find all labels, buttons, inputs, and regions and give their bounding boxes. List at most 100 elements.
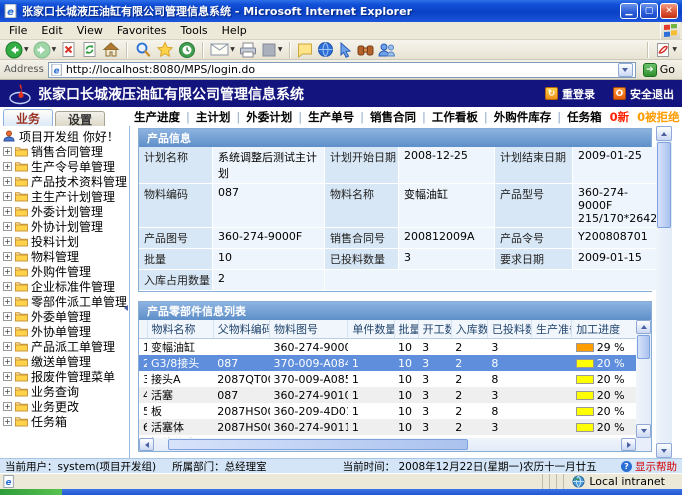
parts-table-row-1[interactable]: 1变幅油缸360-274-9000F1032329 % xyxy=(139,339,636,356)
menu-item-file[interactable]: File xyxy=(2,23,34,38)
tree-expand-icon[interactable]: + xyxy=(3,282,12,291)
address-url[interactable]: http://localhost:8080/MPS/login.do xyxy=(66,63,618,76)
page-vertical-scrollbar[interactable] xyxy=(656,126,672,458)
sidebar-item-11[interactable]: +零部件派工单管理 xyxy=(0,294,129,309)
sidebar-item-9[interactable]: +外购件管理 xyxy=(0,264,129,279)
pointer-tool-button[interactable] xyxy=(337,41,354,59)
parts-table-row-5[interactable]: 5板2087HS002360-209-4D01011032820 % xyxy=(139,403,636,419)
scroll-right-button[interactable] xyxy=(621,438,636,451)
menu-item-edit[interactable]: Edit xyxy=(34,23,69,38)
parts-table-row-2[interactable]: 2G3/8接头087370-009-A084011032820 % xyxy=(139,355,636,371)
parts-table-row-4[interactable]: 4活塞087360-274-9010F11032320 % xyxy=(139,387,636,403)
favorites-button[interactable] xyxy=(155,41,175,59)
back-dropdown-icon[interactable]: ▼ xyxy=(24,46,29,53)
parts-vertical-scrollbar[interactable] xyxy=(636,320,651,438)
pdf-dropdown-icon[interactable]: ▼ xyxy=(672,46,677,53)
nav-item-4[interactable]: 生产单号 xyxy=(308,109,354,125)
sidebar-item-7[interactable]: +投料计划 xyxy=(0,234,129,249)
sidebar-item-17[interactable]: +业务查询 xyxy=(0,384,129,399)
research-button[interactable] xyxy=(356,41,375,59)
tree-expand-icon[interactable]: + xyxy=(3,327,12,336)
sidebar-item-3[interactable]: +产品技术资料管理 xyxy=(0,174,129,189)
back-button[interactable]: ▼ xyxy=(4,41,30,59)
sidebar-item-4[interactable]: +主生产计划管理 xyxy=(0,189,129,204)
tree-expand-icon[interactable]: + xyxy=(3,237,12,246)
mail-dropdown-icon[interactable]: ▼ xyxy=(230,46,235,53)
tree-expand-icon[interactable]: + xyxy=(3,402,12,411)
sidebar-item-15[interactable]: +缴送单管理 xyxy=(0,354,129,369)
edit-button[interactable]: ▼ xyxy=(260,41,284,59)
scroll-down-button[interactable] xyxy=(636,424,651,438)
menu-item-tools[interactable]: Tools xyxy=(174,23,215,38)
tree-expand-icon[interactable]: + xyxy=(3,192,12,201)
tree-expand-icon[interactable]: + xyxy=(3,357,12,366)
discuss-button[interactable] xyxy=(296,41,314,59)
nav-item-5[interactable]: 销售合同 xyxy=(370,109,416,125)
scroll-thumb[interactable] xyxy=(657,142,671,228)
sidebar-item-13[interactable]: +外协单管理 xyxy=(0,324,129,339)
refresh-button[interactable] xyxy=(80,41,99,59)
minimize-button[interactable]: ▁ xyxy=(620,3,638,19)
sidebar-item-10[interactable]: +企业标准件管理 xyxy=(0,279,129,294)
parts-table-row-3[interactable]: 3接头A2087QT002370-009-A085011032820 % xyxy=(139,371,636,387)
nav-item-1[interactable]: 生产进度 xyxy=(134,109,180,125)
tree-expand-icon[interactable]: + xyxy=(3,312,12,321)
tree-expand-icon[interactable]: + xyxy=(3,342,12,351)
nav-item-3[interactable]: 外委计划 xyxy=(246,109,292,125)
nav-item-7[interactable]: 外购件库存 xyxy=(494,109,552,125)
scroll-thumb[interactable] xyxy=(637,335,650,359)
scroll-left-button[interactable] xyxy=(139,438,154,451)
sidebar-item-12[interactable]: +外委单管理 xyxy=(0,309,129,324)
tree-expand-icon[interactable]: + xyxy=(3,222,12,231)
start-button[interactable] xyxy=(0,489,62,495)
address-dropdown-button[interactable] xyxy=(618,63,633,77)
tree-expand-icon[interactable]: + xyxy=(3,387,12,396)
tree-expand-icon[interactable]: + xyxy=(3,147,12,156)
sidebar-item-16[interactable]: +报废件管理菜单 xyxy=(0,369,129,384)
sidebar-item-8[interactable]: +物料管理 xyxy=(0,249,129,264)
tab-business[interactable]: 业务 xyxy=(3,109,53,126)
tree-expand-icon[interactable]: + xyxy=(3,267,12,276)
taskbar-strip[interactable] xyxy=(62,489,682,495)
maximize-button[interactable]: ▢ xyxy=(640,3,658,19)
stop-button[interactable] xyxy=(59,41,78,59)
tab-settings[interactable]: 设置 xyxy=(55,111,105,126)
sidebar-item-18[interactable]: +业务更改 xyxy=(0,399,129,414)
menu-item-favorites[interactable]: Favorites xyxy=(110,23,174,38)
close-button[interactable]: ✕ xyxy=(660,3,678,19)
menu-item-view[interactable]: View xyxy=(70,23,110,38)
forward-button[interactable]: ▼ xyxy=(32,41,58,59)
tree-expand-icon[interactable]: + xyxy=(3,372,12,381)
tree-expand-icon[interactable]: + xyxy=(3,417,12,426)
tree-expand-icon[interactable]: + xyxy=(3,207,12,216)
sidebar-item-6[interactable]: +外协计划管理 xyxy=(0,219,129,234)
search-button[interactable] xyxy=(133,41,153,59)
pdf-button[interactable]: ▼ xyxy=(654,41,678,59)
tree-expand-icon[interactable]: + xyxy=(3,297,12,306)
sidebar-item-1[interactable]: +销售合同管理 xyxy=(0,144,129,159)
address-input[interactable]: e http://localhost:8080/MPS/login.do xyxy=(48,62,636,78)
print-button[interactable] xyxy=(238,41,258,59)
tree-expand-icon[interactable]: + xyxy=(3,252,12,261)
go-button[interactable]: ➔ Go xyxy=(640,63,678,77)
parts-horizontal-scrollbar[interactable] xyxy=(139,438,636,451)
sidebar-item-14[interactable]: +产品派工单管理 xyxy=(0,339,129,354)
nav-item-2[interactable]: 主计划 xyxy=(196,109,231,125)
sidebar-item-19[interactable]: +任务箱 xyxy=(0,414,129,429)
sidebar-item-5[interactable]: +外委计划管理 xyxy=(0,204,129,219)
home-button[interactable] xyxy=(101,41,121,59)
contacts-button[interactable] xyxy=(377,41,397,59)
sidebar-item-2[interactable]: +生产令号单管理 xyxy=(0,159,129,174)
edit-dropdown-icon[interactable]: ▼ xyxy=(278,46,283,53)
nav-item-6[interactable]: 工作看板 xyxy=(432,109,478,125)
scroll-up-button[interactable] xyxy=(656,126,672,141)
menu-item-help[interactable]: Help xyxy=(215,23,254,38)
nav-item-8[interactable]: 任务箱 xyxy=(567,109,602,125)
scroll-down-button[interactable] xyxy=(656,443,672,458)
forward-dropdown-icon[interactable]: ▼ xyxy=(52,46,57,53)
scroll-up-button[interactable] xyxy=(636,320,651,334)
mail-button[interactable]: ▼ xyxy=(209,41,236,59)
messenger-button[interactable] xyxy=(316,41,335,59)
history-button[interactable] xyxy=(177,41,197,59)
sidebar-collapse-handle[interactable] xyxy=(124,296,129,320)
